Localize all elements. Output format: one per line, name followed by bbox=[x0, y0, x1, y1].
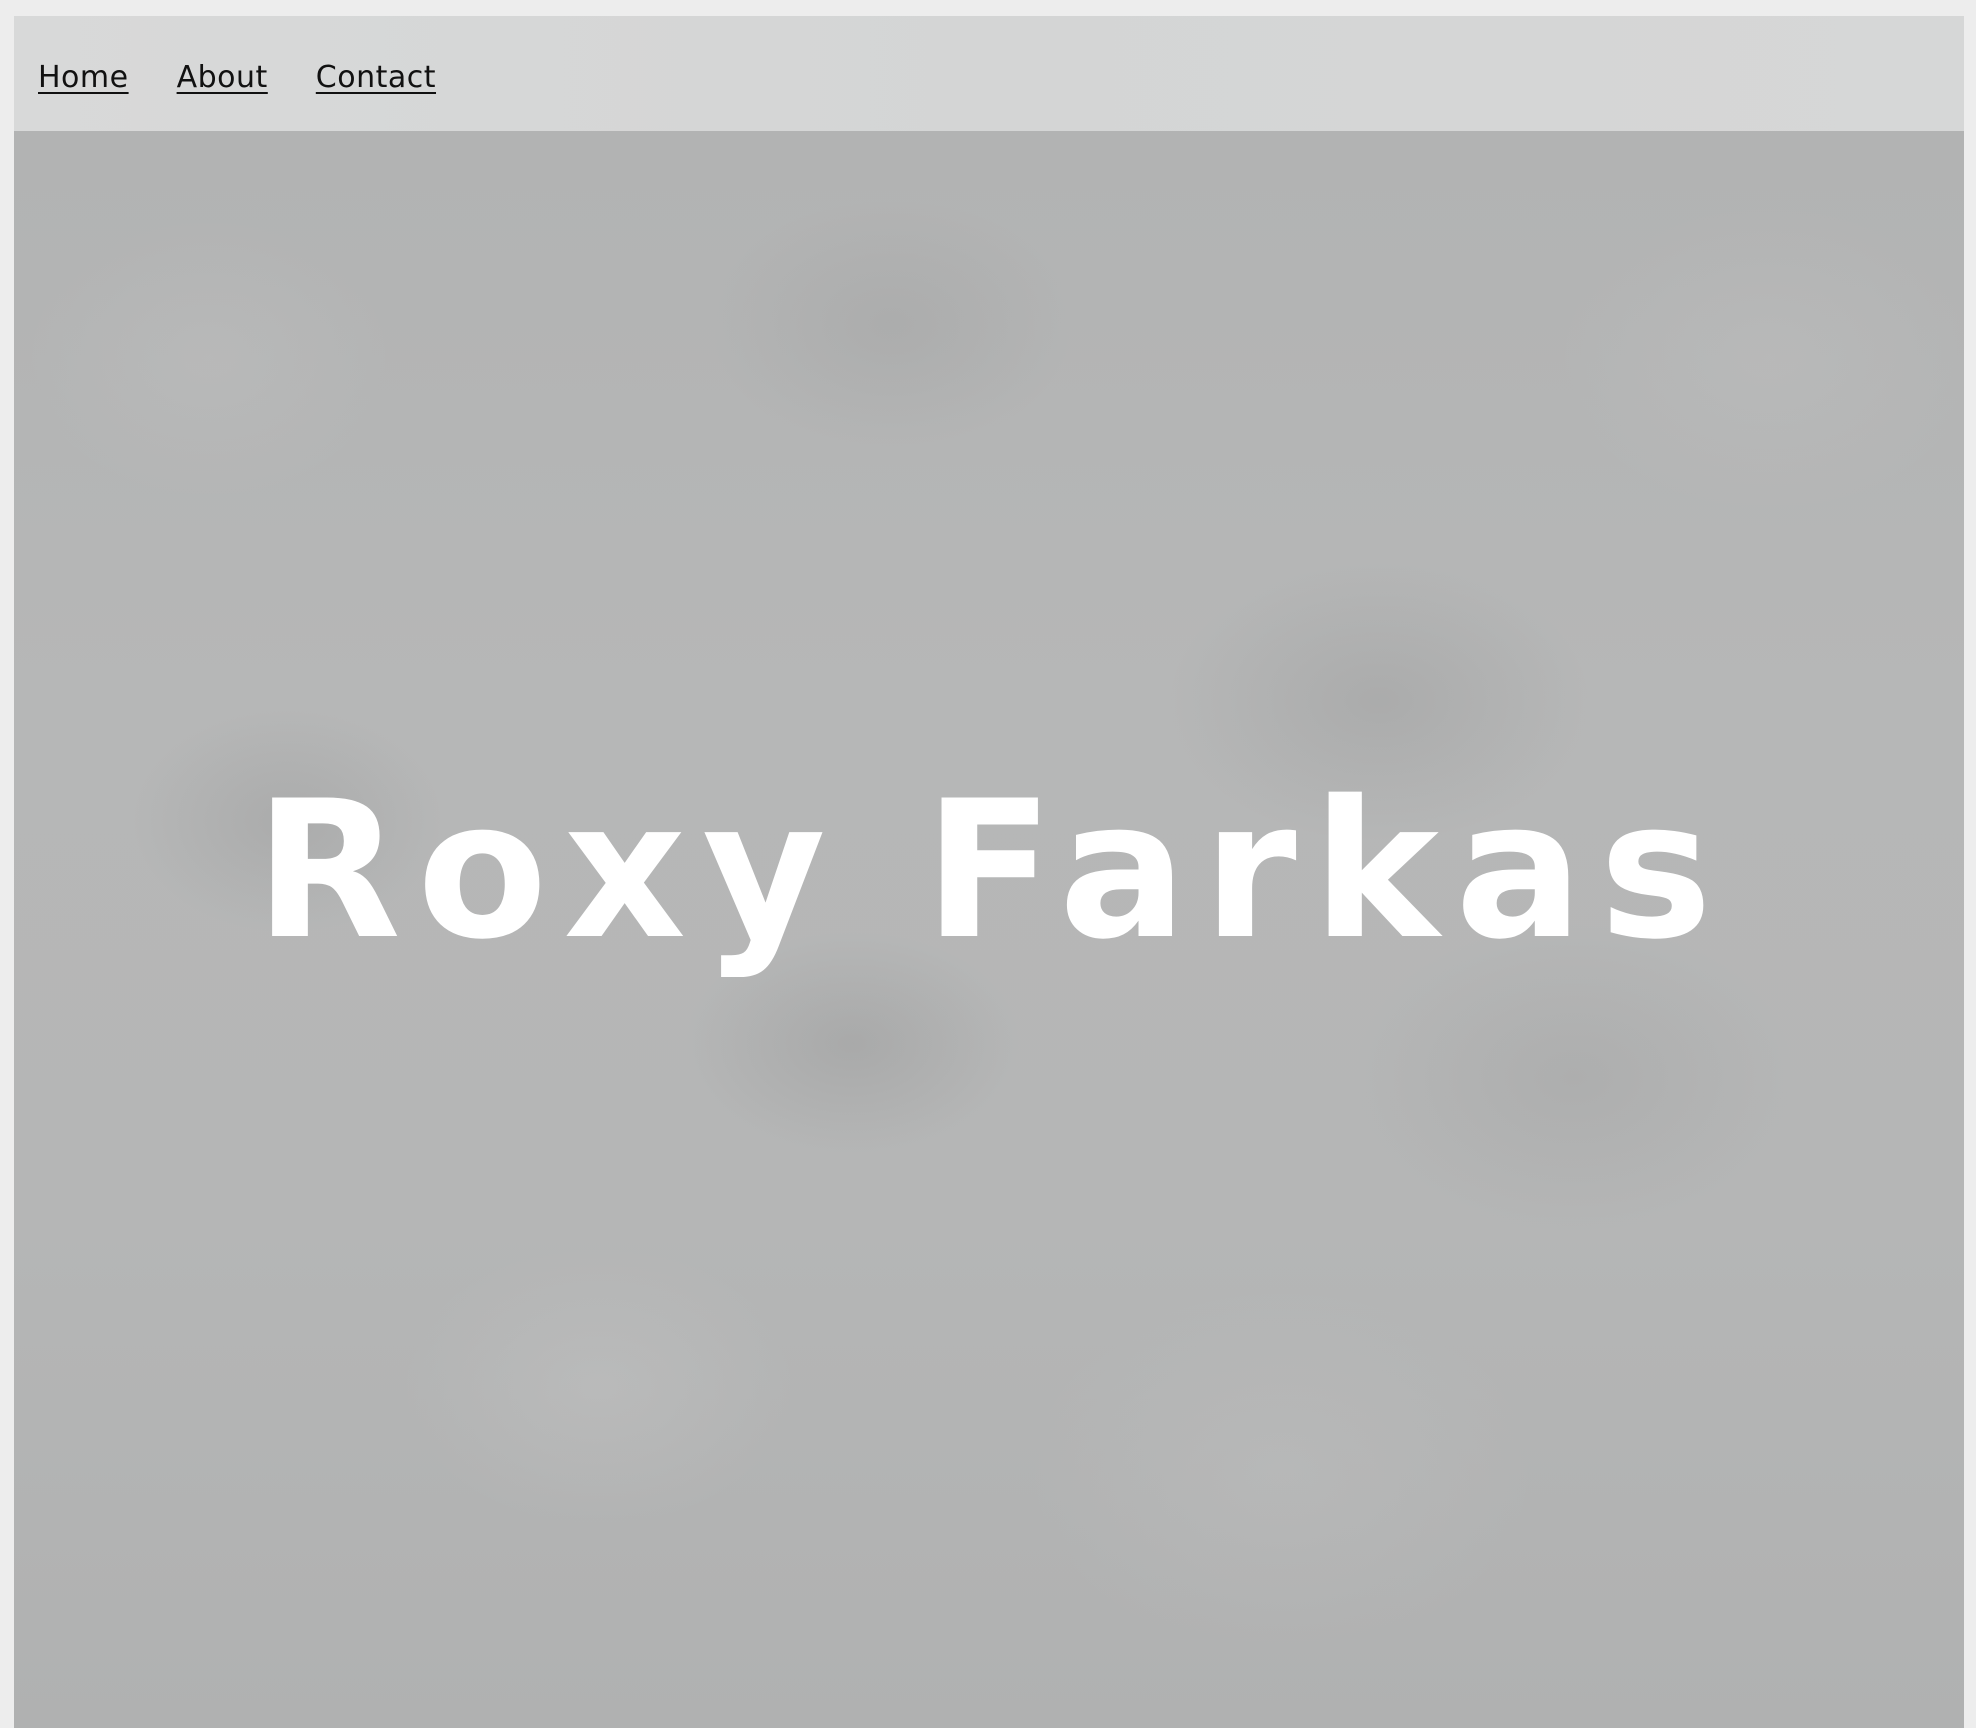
site-frame: Home About Contact Roxy Farkas bbox=[14, 16, 1964, 1728]
page: Home About Contact Roxy Farkas bbox=[0, 0, 1976, 1728]
nav-link-contact[interactable]: Contact bbox=[316, 60, 436, 95]
top-navbar: Home About Contact bbox=[14, 16, 1964, 131]
nav-link-home[interactable]: Home bbox=[38, 60, 129, 95]
nav-link-about[interactable]: About bbox=[177, 60, 268, 95]
hero-title: Roxy Farkas bbox=[254, 760, 1729, 981]
